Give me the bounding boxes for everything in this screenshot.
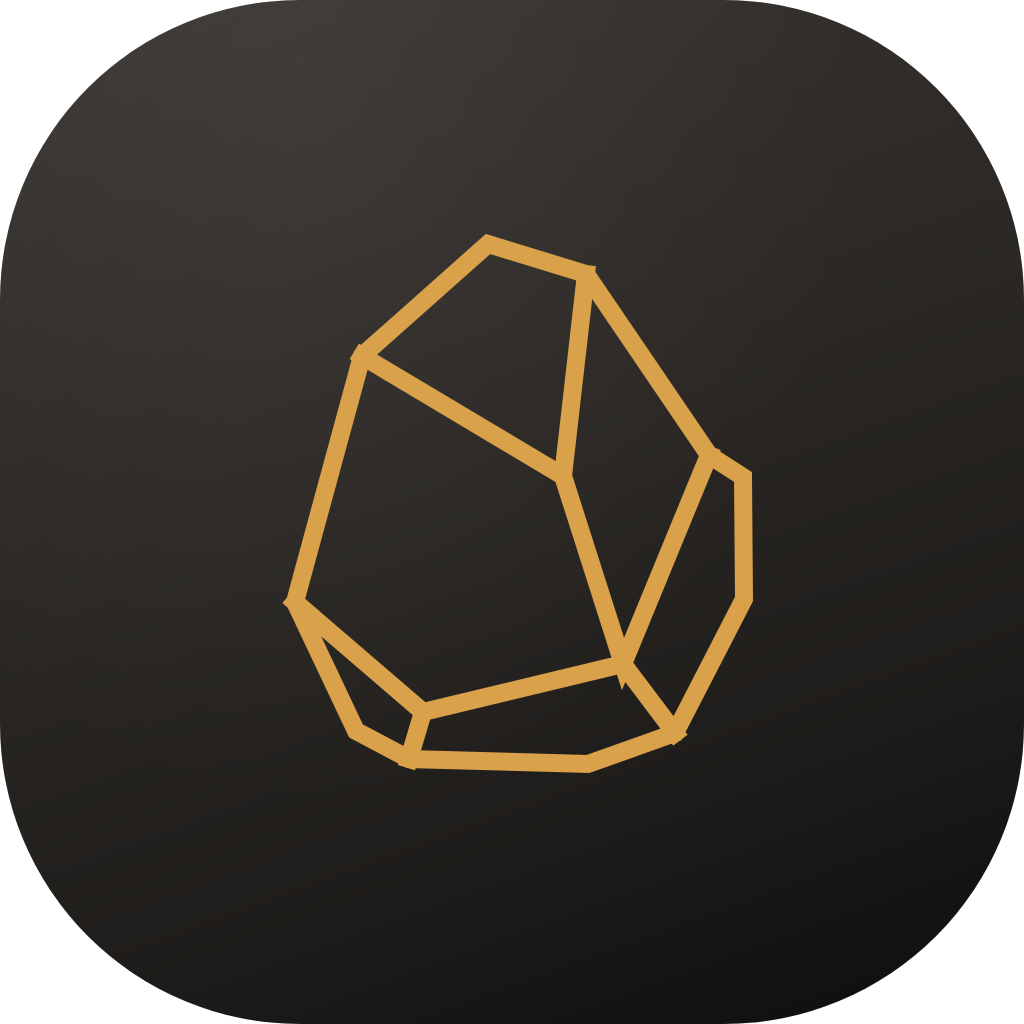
rock-facet-center — [551, 443, 721, 691]
rock-facet-lower-right — [610, 651, 688, 746]
app-icon[interactable] — [0, 0, 1024, 1024]
rock-facet-top — [349, 264, 596, 491]
rock-icon — [282, 233, 754, 774]
